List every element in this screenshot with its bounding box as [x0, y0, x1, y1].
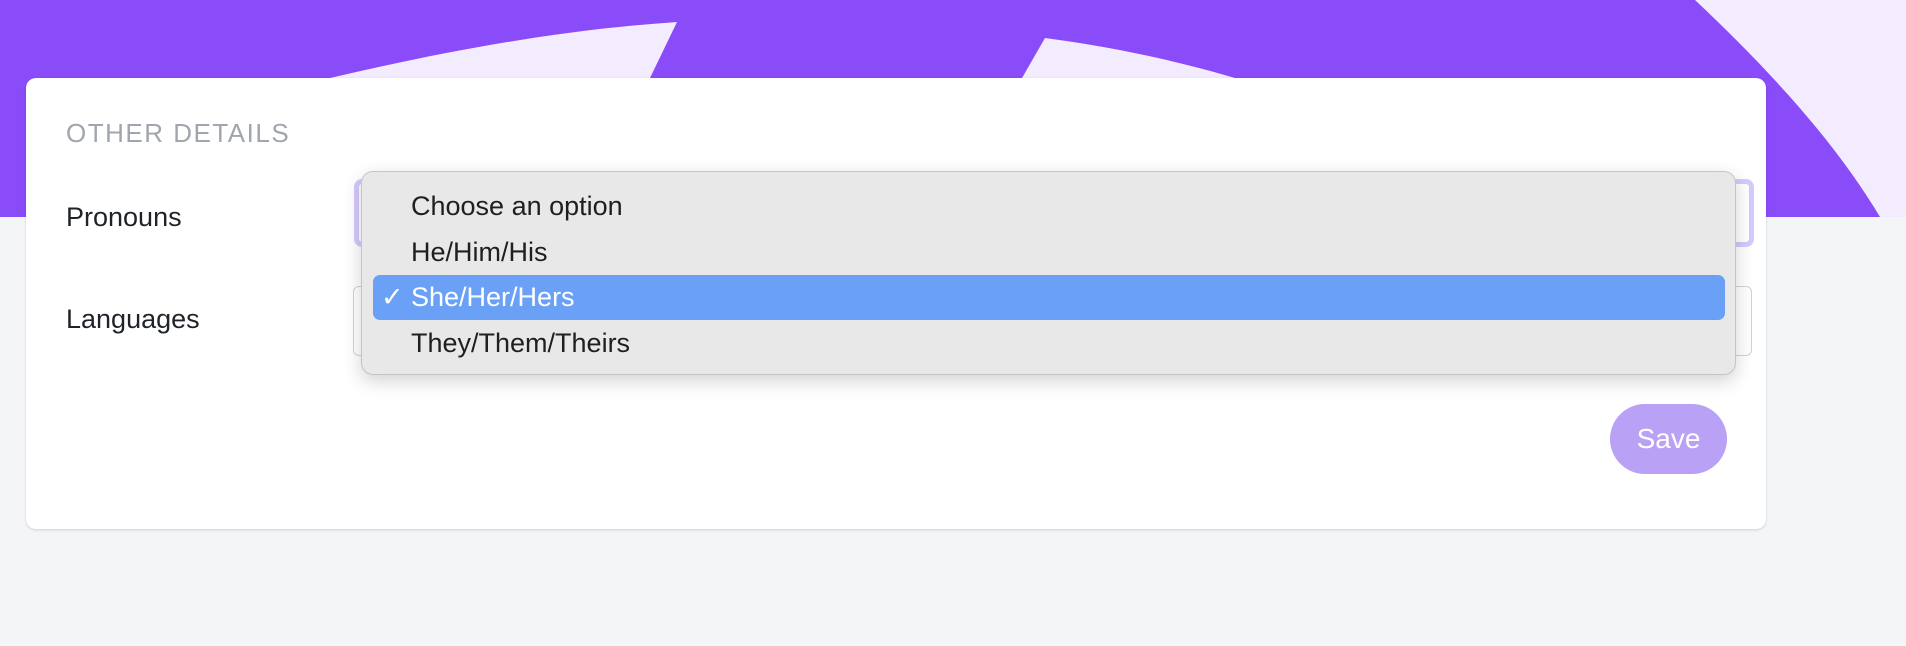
dropdown-option-choose[interactable]: Choose an option — [373, 184, 1725, 229]
dropdown-option-she[interactable]: ✓ She/Her/Hers — [373, 275, 1725, 320]
option-label: He/Him/His — [411, 237, 548, 267]
checkmark-icon: ✓ — [381, 282, 404, 312]
pronouns-dropdown-menu: Choose an option He/Him/His ✓ She/Her/He… — [361, 171, 1736, 375]
other-details-card: OTHER DETAILS Pronouns ⌄ Languages Save … — [26, 78, 1766, 529]
save-button[interactable]: Save — [1610, 404, 1727, 474]
languages-label: Languages — [66, 304, 200, 334]
option-label: Choose an option — [411, 191, 623, 221]
dropdown-option-he[interactable]: He/Him/His — [373, 230, 1725, 275]
option-label: She/Her/Hers — [411, 282, 575, 312]
pronouns-label: Pronouns — [66, 202, 182, 232]
section-title: OTHER DETAILS — [66, 118, 291, 148]
dropdown-option-they[interactable]: They/Them/Theirs — [373, 321, 1725, 366]
option-label: They/Them/Theirs — [411, 328, 631, 358]
